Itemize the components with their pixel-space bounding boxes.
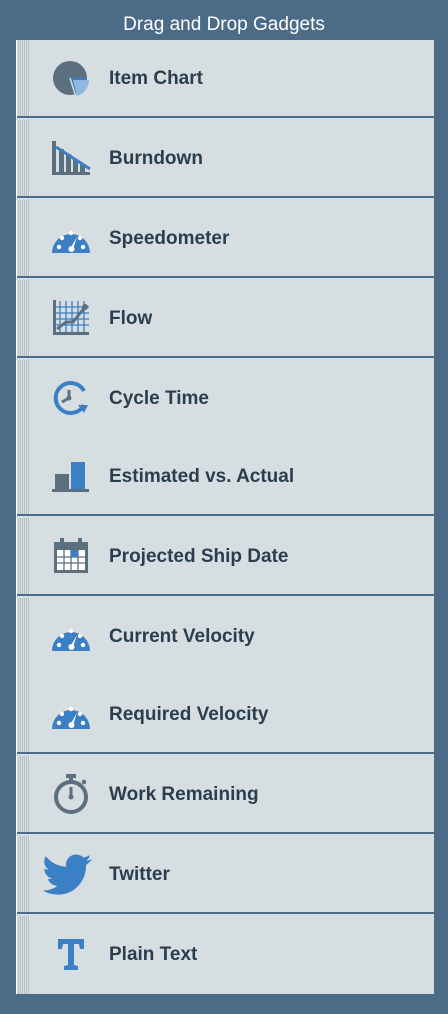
- speedometer-icon: [50, 615, 92, 657]
- bar-chart-icon: [50, 455, 92, 497]
- cycle-time-icon: [50, 377, 92, 419]
- gadget-estimated-vs-actual[interactable]: Estimated vs. Actual: [16, 438, 434, 516]
- gadget-projected-ship-date[interactable]: Projected Ship Date: [16, 518, 434, 596]
- gadget-label: Plain Text: [109, 944, 198, 965]
- burndown-chart-icon: [50, 137, 92, 179]
- gadget-label: Projected Ship Date: [109, 546, 289, 567]
- gadget-label: Current Velocity: [109, 626, 255, 647]
- gadget-speedometer[interactable]: Speedometer: [16, 200, 434, 278]
- gadget-label: Twitter: [109, 864, 170, 885]
- gadget-current-velocity[interactable]: Current Velocity: [16, 598, 434, 676]
- gadget-flow[interactable]: Flow: [16, 280, 434, 358]
- stopwatch-icon: [50, 773, 92, 815]
- speedometer-icon: [50, 693, 92, 735]
- gadget-label: Speedometer: [109, 228, 230, 249]
- gadget-label: Estimated vs. Actual: [109, 466, 295, 487]
- gadget-plain-text[interactable]: Plain Text: [16, 916, 434, 994]
- gadget-item-chart[interactable]: Item Chart: [16, 40, 434, 118]
- gadget-work-remaining[interactable]: Work Remaining: [16, 756, 434, 834]
- gadget-twitter[interactable]: Twitter: [16, 836, 434, 914]
- gadget-burndown[interactable]: Burndown: [16, 120, 434, 198]
- flow-chart-icon: [50, 297, 92, 339]
- pie-chart-icon: [50, 57, 92, 99]
- calendar-icon: [50, 535, 92, 577]
- gadget-label: Required Velocity: [109, 704, 269, 725]
- gadget-label: Work Remaining: [109, 784, 259, 805]
- panel-title: Drag and Drop Gadgets: [123, 14, 325, 35]
- gadget-required-velocity[interactable]: Required Velocity: [16, 676, 434, 754]
- gadget-cycle-time[interactable]: Cycle Time: [16, 360, 434, 438]
- gadget-list: Item Chart Burndown Speedometer Flow Cyc…: [16, 40, 434, 994]
- gadget-label: Burndown: [109, 148, 203, 169]
- gadget-label: Item Chart: [109, 68, 203, 89]
- text-t-icon: [50, 933, 92, 975]
- speedometer-icon: [50, 217, 92, 259]
- twitter-bird-icon: [44, 853, 94, 895]
- gadget-label: Cycle Time: [109, 388, 209, 409]
- gadget-label: Flow: [109, 308, 153, 329]
